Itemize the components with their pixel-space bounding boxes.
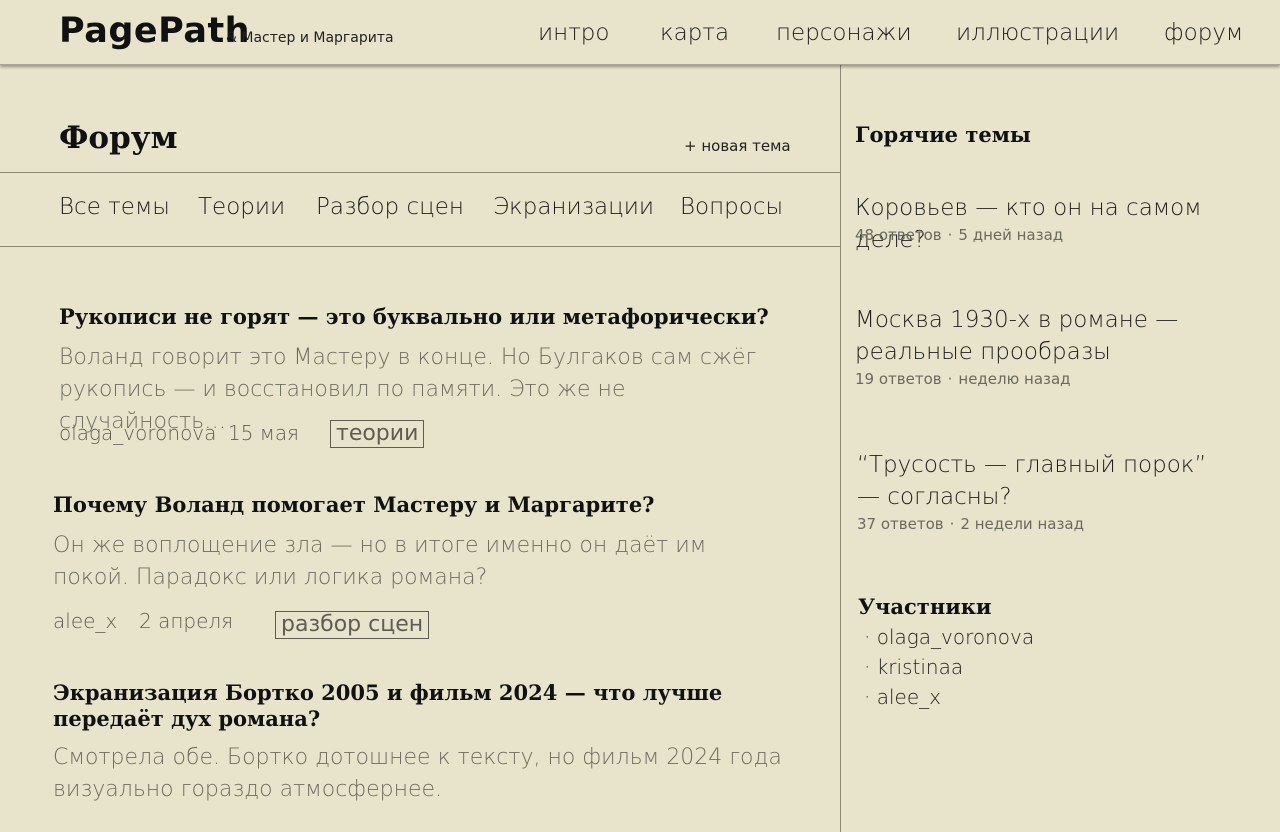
reply-count: 37 ответов	[857, 515, 944, 533]
tab-questions[interactable]: Вопросы	[680, 194, 783, 220]
divider	[0, 246, 840, 247]
tab-scene-analysis[interactable]: Разбор сцен	[316, 194, 464, 220]
hot-topic-title[interactable]: Москва 1930-х в романе — реальные прообр…	[855, 304, 1185, 368]
member-item[interactable]: · olaga_voronova	[864, 625, 1034, 649]
hot-topics-heading: Горячие темы	[855, 122, 1031, 147]
meta-separator: ·	[947, 370, 953, 388]
members-heading: Участники	[858, 594, 992, 619]
post-tag[interactable]: теории	[330, 420, 425, 448]
nav-link-intro[interactable]: интро	[538, 20, 609, 46]
post-excerpt: Смотрела обе. Бортко дотошнее к тексту, …	[53, 745, 782, 802]
site-subtitle: & Мастер и Маргарита	[226, 30, 394, 46]
hot-topic-title[interactable]: “Трусость — главный порок” — согласны?	[857, 449, 1227, 513]
post-author[interactable]: alee_x	[53, 609, 117, 633]
column-divider	[840, 65, 841, 832]
page-title: Форум	[59, 120, 178, 156]
post-tag[interactable]: разбор сцен	[275, 611, 430, 639]
post-author[interactable]: olaga_voronova	[59, 421, 216, 445]
post-date: 2 апреля	[139, 609, 234, 633]
hot-topic-meta: 48 ответов · 5 дней назад	[855, 226, 1063, 244]
meta-separator: ·	[947, 226, 953, 244]
member-item[interactable]: · kristinaa	[864, 655, 963, 679]
topic-age: 5 дней назад	[958, 226, 1064, 244]
meta-separator: ·	[949, 515, 955, 533]
nav-link-illustrations[interactable]: иллюстрации	[956, 20, 1119, 46]
nav-link-characters[interactable]: персонажи	[776, 20, 912, 46]
divider	[0, 172, 840, 173]
post-title[interactable]: Экранизация Бортко 2005 и фильм 2024 — ч…	[53, 680, 793, 732]
post-excerpt: Он же воплощение зла — но в итоге именно…	[53, 533, 707, 590]
reply-count: 48 ответов	[855, 226, 942, 244]
hot-topic-meta: 19 ответов · неделю назад	[855, 370, 1071, 388]
site-header: PagePath & Мастер и Маргарита интро карт…	[0, 0, 1280, 65]
site-logo[interactable]: PagePath	[59, 11, 250, 51]
new-topic-button[interactable]: + новая тема	[684, 137, 791, 155]
tab-adaptations[interactable]: Экранизации	[493, 194, 654, 220]
post-title[interactable]: Почему Воланд помогает Мастеру и Маргари…	[53, 492, 793, 518]
hot-topic-meta: 37 ответов · 2 недели назад	[857, 515, 1084, 533]
tab-all-topics[interactable]: Все темы	[59, 194, 170, 220]
topic-age: 2 недели назад	[960, 515, 1084, 533]
reply-count: 19 ответов	[855, 370, 942, 388]
post-title[interactable]: Рукописи не горят — это буквально или ме…	[59, 304, 799, 330]
hot-topic-title[interactable]: Коровьев — кто он на самом деле?	[855, 192, 1275, 256]
nav-link-map[interactable]: карта	[660, 20, 729, 46]
nav-link-forum[interactable]: форум	[1164, 20, 1243, 46]
post-date: 15 мая	[228, 421, 299, 445]
member-item[interactable]: · alee_x	[864, 685, 941, 709]
tab-theories[interactable]: Теории	[198, 194, 285, 220]
topic-age: неделю назад	[958, 370, 1071, 388]
